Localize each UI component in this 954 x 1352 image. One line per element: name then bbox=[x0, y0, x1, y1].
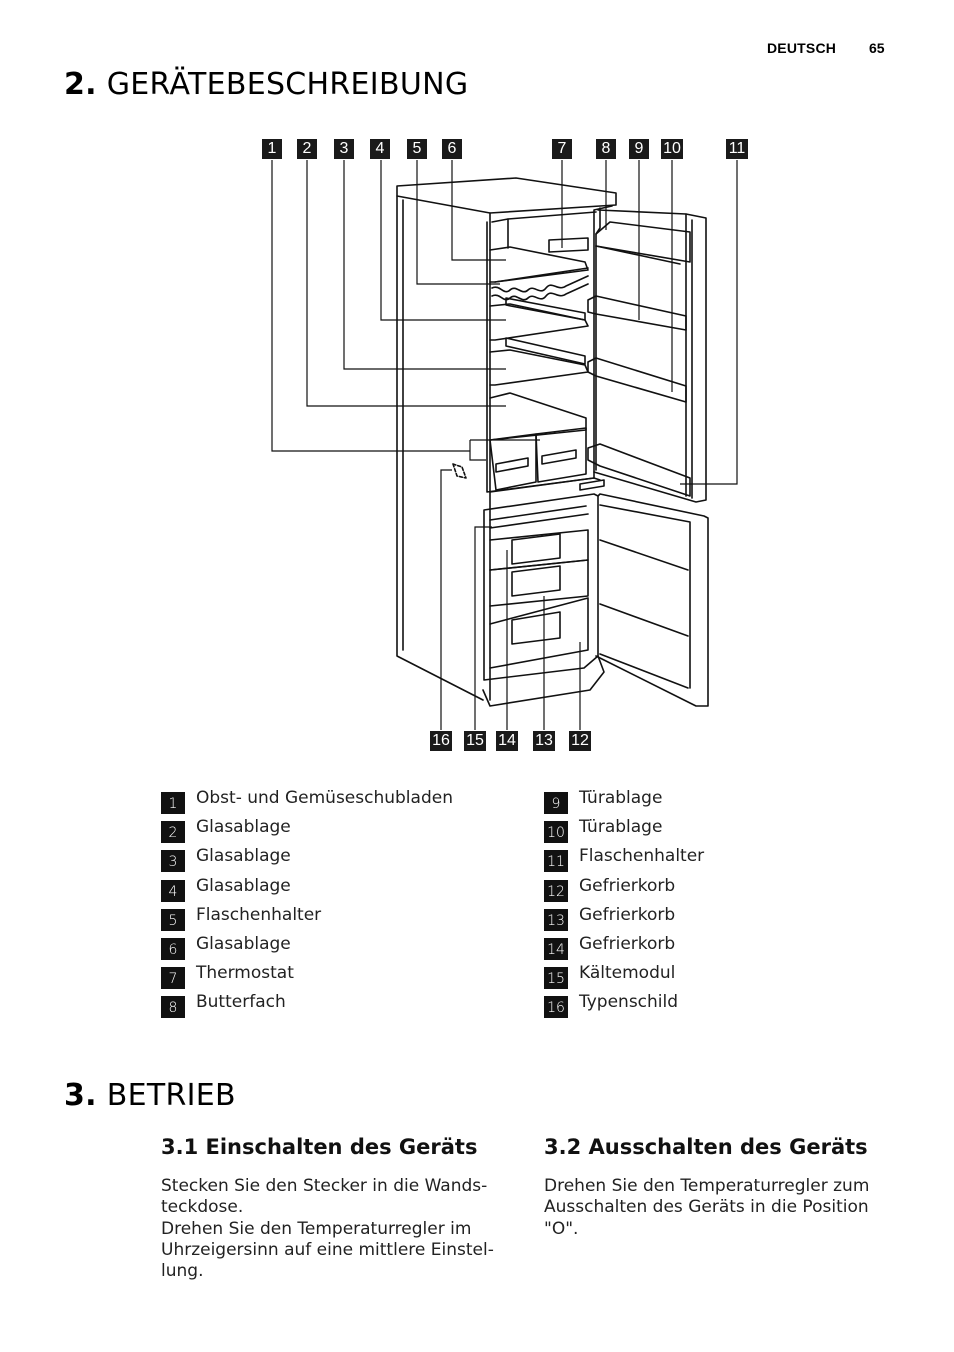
text-line: lung. bbox=[161, 1261, 204, 1282]
legend-label: Flaschenhalter bbox=[196, 904, 322, 925]
section-3-heading: 3. BETRIEB bbox=[64, 1078, 236, 1113]
callout-9: 9 bbox=[629, 139, 649, 159]
leader-6 bbox=[451, 160, 506, 261]
callout-6: 6 bbox=[442, 139, 462, 159]
bottle-holder bbox=[491, 275, 589, 293]
door-shelf-10 bbox=[587, 357, 687, 403]
appliance-diagram: 1 2 3 4 5 6 7 8 9 10 11 16 15 14 13 12 bbox=[0, 0, 954, 780]
legend-number-badge: 12 bbox=[544, 879, 568, 902]
legend-number-badge: 8 bbox=[161, 996, 185, 1019]
callout-10: 10 bbox=[661, 139, 683, 159]
freezer-drawer-13 bbox=[489, 559, 589, 607]
legend-label: Kältemodul bbox=[579, 963, 676, 984]
subsection-3-1-number: 3.1 bbox=[161, 1135, 199, 1159]
subsection-3-2-text: Drehen Sie den Temperaturregler zum Auss… bbox=[544, 1176, 884, 1240]
legend-label: Typenschild bbox=[579, 992, 679, 1013]
leader-16 bbox=[440, 469, 452, 730]
leader-3 bbox=[343, 160, 506, 370]
glass-shelf-4b bbox=[489, 303, 589, 341]
subsection-3-2-title: Ausschalten des Geräts bbox=[588, 1135, 868, 1159]
legend-number-badge: 5 bbox=[161, 908, 185, 931]
callout-14: 14 bbox=[496, 731, 518, 751]
legend-label: Obst- und Gemüseschubladen bbox=[196, 788, 453, 808]
fridge-freezer-illustration bbox=[271, 160, 738, 730]
callout-1: 1 bbox=[262, 139, 282, 159]
freezer-drawer-12 bbox=[489, 597, 589, 669]
leader-11 bbox=[680, 160, 738, 485]
legend-number-badge: 10 bbox=[544, 821, 568, 844]
subsection-3-1-title: Einschalten des Geräts bbox=[205, 1135, 478, 1159]
text-line: "O". bbox=[544, 1218, 579, 1239]
legend-number-badge: 4 bbox=[161, 879, 185, 902]
section-3-title: BETRIEB bbox=[106, 1078, 236, 1113]
legend-number-badge: 13 bbox=[544, 908, 568, 931]
legend-label: Gefrierkorb bbox=[579, 933, 676, 954]
legend-number-badge: 16 bbox=[544, 996, 568, 1019]
legend-number-badge: 7 bbox=[161, 967, 185, 990]
text-line: Stecken Sie den Stecker in die Wands- bbox=[161, 1176, 488, 1196]
legend-number-badge: 15 bbox=[544, 967, 568, 990]
text-line: Drehen Sie den Temperaturregler im bbox=[161, 1218, 472, 1239]
callout-4: 4 bbox=[370, 139, 390, 159]
legend-number-badge: 2 bbox=[161, 821, 185, 844]
text-line: Ausschalten des Geräts in die Position bbox=[544, 1197, 869, 1218]
callout-13: 13 bbox=[533, 731, 555, 751]
glass-shelf-6 bbox=[489, 246, 589, 283]
callout-8: 8 bbox=[596, 139, 616, 159]
legend-label: Flaschenhalter bbox=[579, 846, 705, 867]
glass-shelf-2 bbox=[489, 392, 587, 441]
door-shelf-11 bbox=[587, 443, 691, 497]
legend-label: Glasablage bbox=[196, 817, 291, 838]
callout-11: 11 bbox=[726, 139, 748, 159]
subsection-3-1-heading: 3.1 Einschalten des Geräts bbox=[161, 1135, 477, 1159]
text-line: Drehen Sie den Temperaturregler zum bbox=[544, 1176, 870, 1196]
legend-label: Gefrierkorb bbox=[579, 904, 676, 925]
door-shelf-9 bbox=[587, 295, 687, 331]
cabinet-top bbox=[396, 177, 617, 214]
divider-handle bbox=[579, 479, 605, 491]
legend-label: Glasablage bbox=[196, 846, 291, 867]
legend-number-badge: 1 bbox=[161, 792, 185, 814]
legend-label: Thermostat bbox=[196, 963, 294, 984]
legend-number-badge: 14 bbox=[544, 937, 568, 960]
legend-label: Glasablage bbox=[196, 875, 291, 896]
callout-15: 15 bbox=[464, 731, 486, 751]
legend-label: Türablage bbox=[579, 817, 663, 838]
callout-2: 2 bbox=[297, 139, 317, 159]
callout-7: 7 bbox=[552, 139, 572, 159]
legend-number-badge: 6 bbox=[161, 937, 185, 960]
subsection-3-1-text: Stecken Sie den Stecker in die Wands- te… bbox=[161, 1176, 501, 1282]
legend-number-badge: 11 bbox=[544, 850, 568, 873]
section-3-number: 3. bbox=[64, 1078, 97, 1113]
text-line: Uhrzeigersinn auf eine mittlere Einstel- bbox=[161, 1239, 494, 1260]
leader-1 bbox=[271, 160, 540, 461]
callout-3: 3 bbox=[334, 139, 354, 159]
thermostat bbox=[548, 237, 589, 253]
subsection-3-2-number: 3.2 bbox=[544, 1135, 582, 1159]
legend-number-badge: 9 bbox=[544, 792, 568, 814]
callout-5: 5 bbox=[407, 139, 427, 159]
legend-number-badge: 3 bbox=[161, 850, 185, 873]
legend-label: Gefrierkorb bbox=[579, 875, 676, 896]
rating-plate bbox=[452, 463, 467, 479]
text-line: teckdose. bbox=[161, 1197, 244, 1218]
legend-label: Glasablage bbox=[196, 933, 291, 954]
callout-12: 12 bbox=[569, 731, 591, 751]
crisper-left bbox=[489, 433, 537, 491]
subsection-3-2-heading: 3.2 Ausschalten des Geräts bbox=[544, 1135, 868, 1159]
legend-label: Türablage bbox=[579, 788, 663, 808]
callout-16: 16 bbox=[430, 731, 452, 751]
legend-label: Butterfach bbox=[196, 992, 286, 1013]
